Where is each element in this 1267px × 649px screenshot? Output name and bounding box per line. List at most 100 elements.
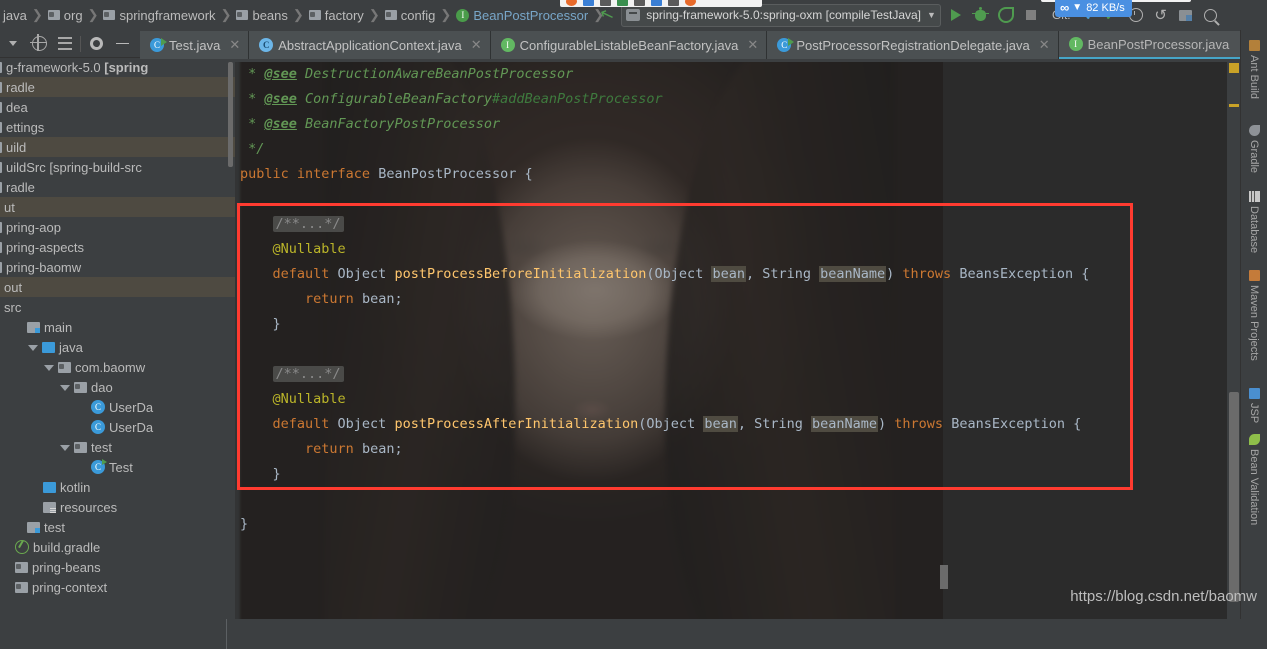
breadcrumb-item-config[interactable]: config bbox=[382, 0, 439, 30]
code-line: } bbox=[240, 312, 281, 337]
twisty-expanded-icon[interactable] bbox=[28, 345, 38, 351]
editor-tab-bar[interactable]: C Test.java ✕ C AbstractApplicationContext.j… bbox=[140, 31, 1259, 59]
tree-item-label: uild bbox=[6, 139, 27, 155]
project-tree[interactable]: g-framework-5.0 [spring radle dea ettings ui… bbox=[0, 57, 235, 619]
tree-item-out[interactable]: out bbox=[0, 277, 235, 297]
git-rollback-icon[interactable]: ↺ bbox=[1151, 5, 1171, 25]
tree-item-kotlin[interactable]: kotlin bbox=[0, 477, 235, 497]
tool-window-button-database[interactable]: Database bbox=[1241, 187, 1267, 253]
tree-item-label: ettings bbox=[6, 119, 45, 135]
inspection-status-icon[interactable] bbox=[1229, 63, 1239, 73]
debug-button[interactable] bbox=[971, 5, 991, 25]
collapse-all-icon[interactable] bbox=[52, 31, 78, 57]
tree-item-ettings[interactable]: ettings bbox=[0, 117, 235, 137]
breadcrumb-item-org[interactable]: org bbox=[45, 0, 86, 30]
tool-window-button-jsp[interactable]: JSP bbox=[1241, 384, 1267, 423]
tree-item-userda[interactable]: C UserDa bbox=[0, 417, 235, 437]
code-token: @see bbox=[264, 66, 297, 82]
tree-item-label: resources bbox=[60, 499, 118, 515]
tool-window-button-gradle[interactable]: Gradle bbox=[1241, 121, 1267, 173]
editor-tab-beanpostprocessor-java[interactable]: IBeanPostProcessor.java✕ bbox=[1058, 31, 1259, 59]
editor-tab-label: PostProcessorRegistrationDelegate.java bbox=[796, 37, 1030, 53]
tree-item-src[interactable]: src bbox=[0, 297, 235, 317]
breadcrumb-item-springframework[interactable]: springframework bbox=[100, 0, 218, 30]
folder-icon bbox=[47, 10, 60, 20]
code-line: return bean; bbox=[240, 287, 403, 312]
run-with-coverage-button[interactable] bbox=[996, 5, 1016, 25]
settings-gear-icon[interactable] bbox=[83, 31, 109, 57]
locate-icon[interactable] bbox=[26, 31, 52, 57]
toolbar-divider bbox=[80, 35, 81, 52]
tree-item-pring-context[interactable]: pring-context bbox=[0, 577, 235, 597]
tree-item-radle[interactable]: radle bbox=[0, 177, 235, 197]
tree-item-label: src bbox=[4, 299, 22, 315]
tree-item-userda[interactable]: C UserDa bbox=[0, 397, 235, 417]
tree-item-radle[interactable]: radle bbox=[0, 77, 235, 97]
tree-item-pring-baomw[interactable]: pring-baomw bbox=[0, 257, 235, 277]
twisty-expanded-icon[interactable] bbox=[60, 445, 70, 451]
interface-icon: I bbox=[456, 8, 470, 22]
error-stripe-scrollbar[interactable] bbox=[1227, 62, 1241, 619]
stop-button[interactable] bbox=[1021, 5, 1041, 25]
project-structure-icon[interactable] bbox=[1176, 5, 1196, 25]
test-class-icon: C bbox=[91, 459, 107, 474]
scope-dropdown-caret-icon[interactable] bbox=[0, 31, 26, 57]
twisty-expanded-icon[interactable] bbox=[60, 385, 70, 391]
tree-item-test[interactable]: test bbox=[0, 517, 235, 537]
code-token: BeansException { bbox=[959, 266, 1090, 282]
tree-item-uild[interactable]: uild bbox=[0, 137, 235, 157]
editor-tab-postprocessorregistrationdelegate-java[interactable]: C PostProcessorRegistrationDelegate.java ✕ bbox=[767, 31, 1059, 59]
tool-window-button-maven-projects[interactable]: Maven Projects bbox=[1241, 266, 1267, 361]
tree-item-java[interactable]: java bbox=[0, 337, 235, 357]
tree-item-resources[interactable]: resources bbox=[0, 497, 235, 517]
infinity-icon: ∞ bbox=[1060, 0, 1069, 15]
editor-tab-abstractapplicationcontext-java[interactable]: C AbstractApplicationContext.java ✕ bbox=[249, 31, 491, 59]
scrollbar-thumb[interactable] bbox=[1229, 392, 1239, 602]
code-token: ) bbox=[878, 416, 895, 432]
close-icon[interactable]: ✕ bbox=[471, 37, 482, 53]
tree-item-dea[interactable]: dea bbox=[0, 97, 235, 117]
breadcrumb-item-beans[interactable]: beans bbox=[233, 0, 290, 30]
folder-icon bbox=[0, 81, 2, 93]
tree-item-main[interactable]: main bbox=[0, 317, 235, 337]
warning-marker[interactable] bbox=[1229, 104, 1239, 107]
breadcrumb[interactable]: java ❯ org ❯ springframework ❯ beans ❯ factory ❯ c… bbox=[0, 0, 606, 30]
tree-item-ut[interactable]: ut bbox=[0, 197, 235, 217]
breadcrumb-item-java[interactable]: java bbox=[0, 0, 30, 30]
close-icon[interactable]: ✕ bbox=[1039, 37, 1050, 53]
hide-icon[interactable] bbox=[109, 31, 135, 57]
close-icon[interactable]: ✕ bbox=[229, 37, 240, 53]
tool-window-label: Gradle bbox=[1248, 140, 1260, 174]
tree-item-label: uildSrc [spring-build-src bbox=[6, 159, 142, 175]
project-tree-scrollbar[interactable] bbox=[228, 62, 233, 167]
run-button[interactable] bbox=[946, 5, 966, 25]
editor-vertical-divider-handle[interactable] bbox=[940, 565, 948, 589]
breadcrumb-label: beans bbox=[252, 7, 288, 23]
tree-item-pring-beans[interactable]: pring-beans bbox=[0, 557, 235, 577]
run-configuration-label: spring-framework-5.0:spring-oxm [compile… bbox=[646, 8, 922, 22]
tree-item-g-framework-5-0-spring[interactable]: g-framework-5.0 [spring bbox=[0, 57, 235, 77]
close-icon[interactable]: ✕ bbox=[747, 37, 758, 53]
tree-item-test[interactable]: C Test bbox=[0, 457, 235, 477]
tree-item-pring-aop[interactable]: pring-aop bbox=[0, 217, 235, 237]
tool-window-button-ant-build[interactable]: Ant Build bbox=[1241, 36, 1267, 99]
tree-item-test[interactable]: test bbox=[0, 437, 235, 457]
right-tool-window-bar[interactable]: Ant Build Gradle Database Maven Projects JSP… bbox=[1240, 30, 1267, 619]
tree-item-label: dao bbox=[91, 379, 113, 395]
editor-tab-test-java[interactable]: C Test.java ✕ bbox=[140, 31, 250, 59]
tree-item-dao[interactable]: dao bbox=[0, 377, 235, 397]
tree-item-pring-aspects[interactable]: pring-aspects bbox=[0, 237, 235, 257]
tree-item-build-gradle[interactable]: build.gradle bbox=[0, 537, 235, 557]
tool-window-button-bean-validation[interactable]: Bean Validation bbox=[1241, 430, 1267, 525]
search-everywhere-icon[interactable] bbox=[1201, 5, 1221, 25]
code-token: , String bbox=[737, 416, 811, 432]
chevron-down-icon[interactable]: ▼ bbox=[927, 10, 936, 20]
twisty-expanded-icon[interactable] bbox=[44, 365, 54, 371]
tree-item-uildsrc-spring-build-src[interactable]: uildSrc [spring-build-src bbox=[0, 157, 235, 177]
tree-item-com-baomw[interactable]: com.baomw bbox=[0, 357, 235, 377]
folder-icon bbox=[15, 581, 28, 593]
breadcrumb-item-factory[interactable]: factory bbox=[306, 0, 367, 30]
editor-tab-configurablelistablebeanfactory-java[interactable]: I ConfigurableListableBeanFactory.java ✕ bbox=[490, 31, 768, 59]
code-editor[interactable]: * @see DestructionAwareBeanPostProcessor… bbox=[240, 62, 1215, 619]
code-token: BeansException { bbox=[951, 416, 1082, 432]
